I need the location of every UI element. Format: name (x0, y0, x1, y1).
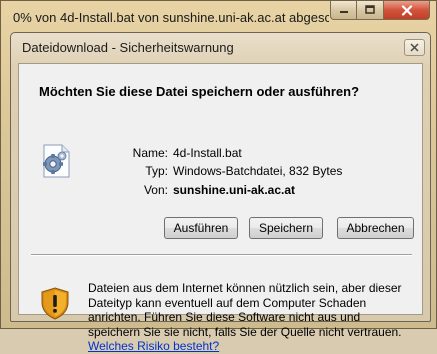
save-button[interactable]: Speichern (249, 217, 323, 239)
close-icon (401, 4, 412, 16)
file-source-row: Von: sunshine.uni-ak.ac.at (114, 183, 295, 197)
maximize-icon (365, 5, 375, 14)
file-type-label: Typ: (145, 164, 168, 178)
maximize-button[interactable] (357, 1, 384, 20)
file-name-value: 4d-Install.bat (173, 146, 242, 160)
warning-message: Dateien aus dem Internet können nützlich… (88, 281, 402, 339)
close-icon (410, 43, 419, 52)
file-type-value: Windows-Batchdatei, 832 Bytes (173, 164, 343, 178)
file-source-label: Von: (143, 183, 168, 197)
batch-file-gear-icon (43, 144, 70, 178)
security-shield-icon (41, 287, 69, 320)
dialog-title: Dateidownload - Sicherheitswarnung (22, 40, 234, 55)
window-close-button[interactable] (384, 1, 430, 20)
file-type-row: Typ: Windows-Batchdatei, 832 Bytes (114, 164, 342, 178)
dialog-close-button[interactable] (404, 39, 425, 56)
run-button[interactable]: Ausführen (164, 217, 238, 239)
dialog-body: Möchten Sie diese Datei speichern oder a… (18, 63, 423, 353)
download-progress-window: 0% von 4d-Install.bat von sunshine.uni-a… (0, 0, 437, 353)
cancel-button[interactable]: Abbrechen (337, 217, 414, 239)
file-source-value: sunshine.uni-ak.ac.at (173, 183, 296, 197)
divider (31, 254, 412, 256)
window-controls (330, 1, 430, 21)
file-name-row: Name: 4d-Install.bat (114, 146, 242, 160)
window-title: 0% von 4d-Install.bat von sunshine.uni-a… (13, 10, 329, 25)
risk-info-link[interactable]: Welches Risiko besteht? (88, 339, 219, 353)
download-question: Möchten Sie diese Datei speichern oder a… (39, 84, 360, 99)
security-warning-dialog: Dateidownload - Sicherheitswarnung Möcht… (10, 32, 431, 353)
security-warning-text: Dateien aus dem Internet können nützlich… (88, 281, 408, 354)
minimize-icon (339, 11, 348, 13)
minimize-button[interactable] (330, 1, 357, 20)
file-name-label: Name: (132, 146, 168, 160)
